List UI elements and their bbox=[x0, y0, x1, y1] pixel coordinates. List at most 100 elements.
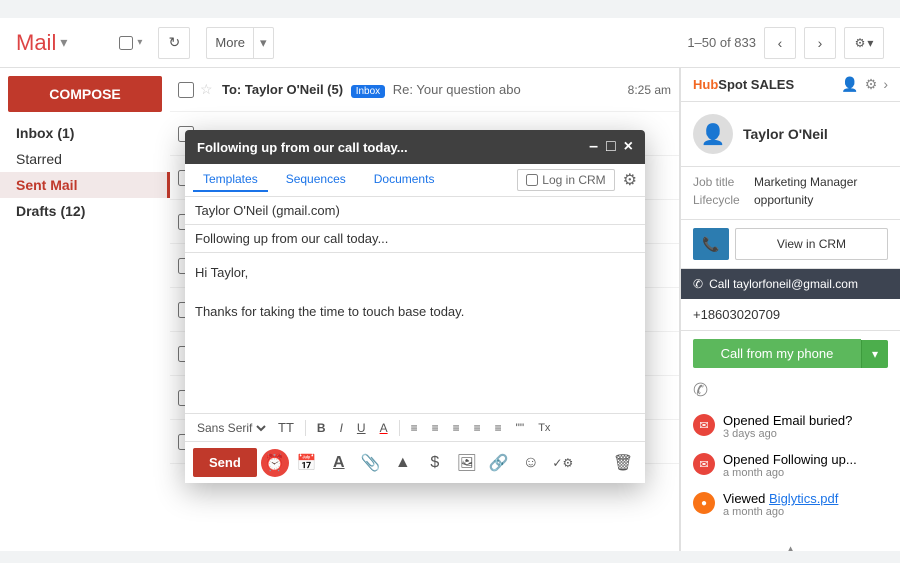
phone-number: +18603020709 bbox=[681, 299, 900, 331]
indent-button[interactable]: ≡ bbox=[469, 419, 486, 437]
hubspot-logo: HubSpot SALES bbox=[693, 77, 794, 92]
contact-info: Job title Marketing Manager Lifecycle op… bbox=[681, 167, 900, 220]
money-icon[interactable]: $ bbox=[421, 449, 449, 477]
gear-icon: ⚙ bbox=[855, 36, 866, 50]
compose-subject-field[interactable]: Following up from our call today... bbox=[185, 225, 645, 253]
maximize-button[interactable]: □ bbox=[606, 138, 616, 156]
ordered-list-button[interactable]: ≡ bbox=[427, 419, 444, 437]
hubspot-expand-icon[interactable]: › bbox=[883, 76, 888, 93]
activity-time-2: a month ago bbox=[723, 467, 857, 479]
more-dropdown-arrow[interactable]: ▾ bbox=[253, 28, 273, 58]
expand-up-button[interactable]: ▲ bbox=[681, 538, 900, 551]
hubspot-person-icon[interactable]: 👤 bbox=[841, 76, 858, 93]
align-button[interactable]: ≡ bbox=[406, 419, 423, 437]
table-row[interactable]: ☆ To: Taylor O'Neil (5) Inbox Re: Your q… bbox=[170, 68, 679, 112]
activity-content: Opened Email buried? 3 days ago bbox=[723, 413, 852, 440]
delete-icon[interactable]: 🗑 bbox=[609, 449, 637, 477]
underline-button[interactable]: U bbox=[352, 419, 371, 437]
top-bar bbox=[0, 0, 900, 18]
call-from-phone-button[interactable]: Call from my phone bbox=[693, 339, 861, 368]
select-all-checkbox[interactable] bbox=[119, 36, 133, 50]
lifecycle-label: Lifecycle bbox=[693, 193, 748, 207]
sidebar-item-sent[interactable]: Sent Mail bbox=[0, 172, 170, 198]
star-icon[interactable]: ☆ bbox=[200, 81, 216, 98]
call-email-bar[interactable]: ✆ Call taylorfoneil@gmail.com bbox=[681, 269, 900, 299]
bold-button[interactable]: B bbox=[312, 419, 331, 437]
activity-time-3: a month ago bbox=[723, 506, 838, 518]
font-size-button[interactable]: TT bbox=[273, 418, 299, 437]
inbox-badge: Inbox bbox=[351, 85, 385, 98]
call-email-icon: ✆ bbox=[693, 277, 703, 291]
refresh-button[interactable]: ↻ bbox=[158, 27, 190, 59]
drive-icon[interactable]: ▲ bbox=[389, 449, 417, 477]
quote-button[interactable]: "" bbox=[511, 419, 530, 437]
call-from-section: Call from my phone ▾ bbox=[693, 339, 888, 368]
image-icon[interactable]: 🖼 bbox=[453, 449, 481, 477]
unordered-list-button[interactable]: ≡ bbox=[448, 419, 465, 437]
to-value: Taylor O'Neil (gmail.com) bbox=[195, 203, 340, 218]
call-from-dropdown-button[interactable]: ▾ bbox=[861, 340, 888, 368]
more-dropdown[interactable]: More ▾ bbox=[206, 27, 273, 59]
tab-documents[interactable]: Documents bbox=[364, 168, 445, 192]
mail-logo-arrow[interactable]: ▾ bbox=[60, 34, 67, 51]
schedule-send-icon[interactable]: ⏰ bbox=[261, 449, 289, 477]
minimize-button[interactable]: – bbox=[589, 138, 598, 156]
page-info: 1–50 of 833 bbox=[687, 35, 756, 50]
email-checkbox[interactable] bbox=[178, 82, 194, 98]
italic-button[interactable]: I bbox=[335, 419, 348, 437]
compose-gear-icon[interactable]: ⚙ bbox=[623, 170, 637, 190]
hubspot-header-icons: 👤 ⚙ › bbox=[841, 76, 888, 93]
sidebar: COMPOSE Inbox (1) Starred Sent Mail Draf… bbox=[0, 68, 170, 551]
formatting-toolbar: Sans Serif TT B I U A ≡ ≡ ≡ ≡ ≡ "" Tx bbox=[185, 413, 645, 441]
activity-time: 3 days ago bbox=[723, 428, 852, 440]
compose-hubspot-toolbar: Templates Sequences Documents Log in CRM… bbox=[185, 164, 645, 197]
nav-prev-button[interactable]: ‹ bbox=[764, 27, 796, 59]
text-color-button[interactable]: A bbox=[375, 419, 393, 437]
header-controls: 1–50 of 833 ‹ › ⚙ ▾ bbox=[687, 27, 884, 59]
compose-button[interactable]: COMPOSE bbox=[8, 76, 162, 112]
checkbox-dropdown-arrow[interactable]: ▾ bbox=[137, 37, 142, 48]
view-crm-button[interactable]: View in CRM bbox=[735, 228, 888, 260]
body-content: Thanks for taking the time to touch base… bbox=[195, 302, 635, 322]
hubspot-header: HubSpot SALES 👤 ⚙ › bbox=[681, 68, 900, 102]
call-button[interactable]: 📞 bbox=[693, 228, 729, 260]
hubspot-settings-icon[interactable]: ⚙ bbox=[865, 76, 878, 93]
remove-format-button[interactable]: Tx bbox=[533, 420, 555, 436]
compose-body[interactable]: Hi Taylor, Thanks for taking the time to… bbox=[185, 253, 645, 413]
hubspot-check-icon[interactable]: ✓⚙ bbox=[549, 449, 577, 477]
activity-content-2: Opened Following up... a month ago bbox=[723, 452, 857, 479]
format-divider-2 bbox=[399, 420, 400, 436]
tab-templates[interactable]: Templates bbox=[193, 168, 268, 192]
outdent-button[interactable]: ≡ bbox=[490, 419, 507, 437]
hubspot-panel: HubSpot SALES 👤 ⚙ › 👤 Taylor O'Neil Job … bbox=[680, 68, 900, 551]
text-underline-icon[interactable]: A bbox=[325, 449, 353, 477]
font-family-select[interactable]: Sans Serif bbox=[193, 420, 269, 436]
activity-item: ✉ Opened Following up... a month ago bbox=[693, 452, 888, 479]
close-button[interactable]: × bbox=[624, 138, 633, 156]
select-all-checkbox-wrapper[interactable]: ▾ bbox=[119, 36, 142, 50]
drafts-label: Drafts bbox=[16, 203, 56, 219]
calendar-icon[interactable]: 📅 bbox=[293, 449, 321, 477]
activity-link[interactable]: Biglytics.pdf bbox=[769, 491, 838, 506]
activity-text: Opened Email buried? bbox=[723, 413, 852, 428]
compose-action-bar: Send ⏰ 📅 A 📎 ▲ $ 🖼 🔗 ☺ ✓⚙ 🗑 bbox=[185, 441, 645, 483]
settings-button[interactable]: ⚙ ▾ bbox=[844, 27, 884, 59]
login-crm-button[interactable]: Log in CRM bbox=[517, 169, 614, 191]
tab-sequences[interactable]: Sequences bbox=[276, 168, 356, 192]
sidebar-item-starred[interactable]: Starred bbox=[0, 146, 170, 172]
attachment-icon[interactable]: 📎 bbox=[357, 449, 385, 477]
sidebar-item-drafts[interactable]: Drafts (12) bbox=[0, 198, 170, 224]
contact-actions: 📞 View in CRM bbox=[681, 220, 900, 269]
link-icon[interactable]: 🔗 bbox=[485, 449, 513, 477]
email-time: 8:25 am bbox=[628, 83, 671, 97]
send-button[interactable]: Send bbox=[193, 448, 257, 477]
compose-title: Following up from our call today... bbox=[197, 140, 589, 155]
sidebar-item-inbox[interactable]: Inbox (1) bbox=[0, 120, 170, 146]
drafts-count: (12) bbox=[60, 203, 85, 219]
mail-logo[interactable]: Mail ▾ bbox=[16, 30, 67, 56]
compose-header: Following up from our call today... – □ … bbox=[185, 130, 645, 164]
nav-next-button[interactable]: › bbox=[804, 27, 836, 59]
login-crm-checkbox[interactable] bbox=[526, 174, 538, 186]
compose-to-field[interactable]: Taylor O'Neil (gmail.com) bbox=[185, 197, 645, 225]
emoji-icon[interactable]: ☺ bbox=[517, 449, 545, 477]
